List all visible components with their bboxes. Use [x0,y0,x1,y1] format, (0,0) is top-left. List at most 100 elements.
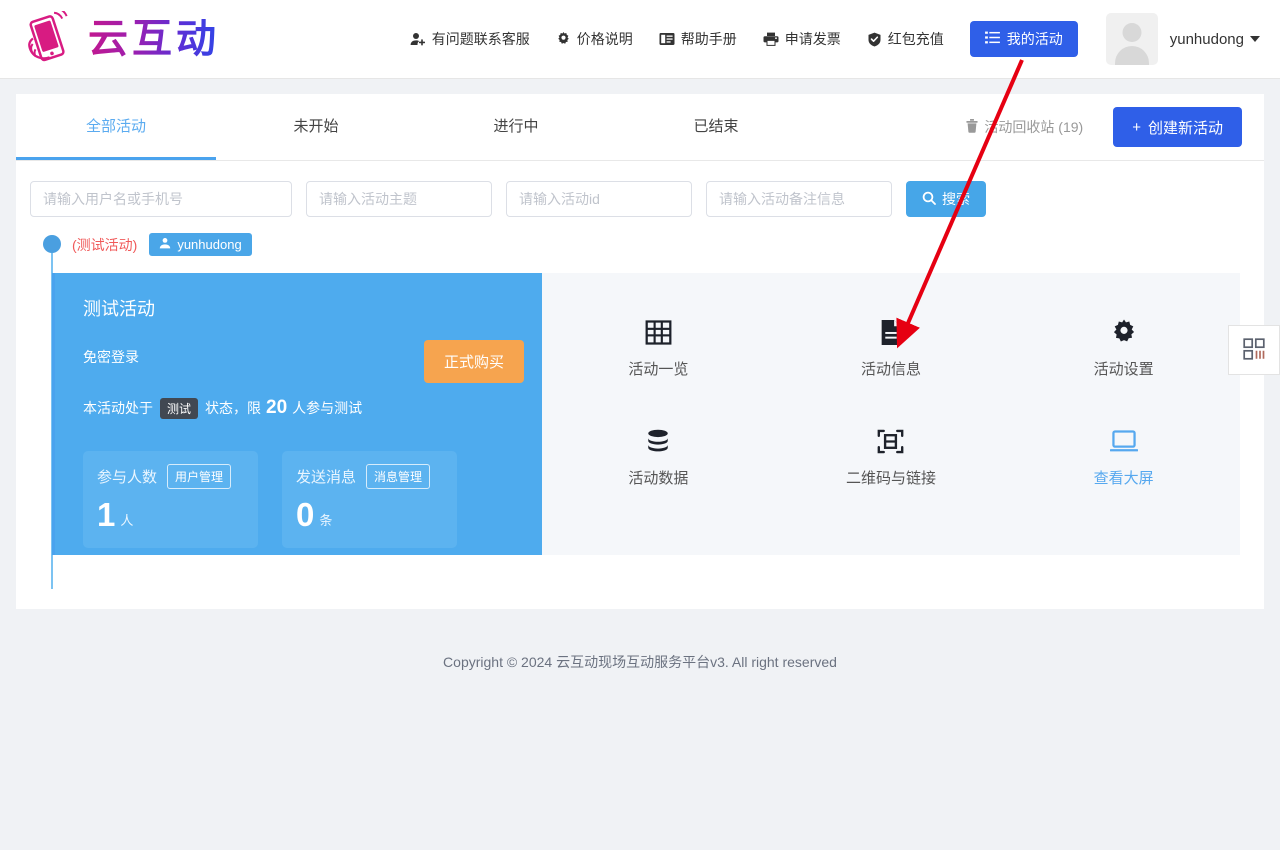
nav-label: 红包充值 [887,31,944,47]
stat-messages: 发送消息 消息管理 0 条 [282,451,457,548]
side-qrcode-tab[interactable] [1228,325,1280,375]
brand-logo[interactable]: 云互动 [22,7,220,67]
activity-tabs: 全部活动 未开始 进行中 已结束 活动回收站 (19) + 创建新活动 [16,94,1264,161]
recycle-bin-link[interactable]: 活动回收站 (19) [966,117,1083,137]
placeholder-text: 请输入活动id [519,191,600,207]
trash-icon [966,118,979,136]
stat-unit: 人 [120,513,134,528]
tab-all-activities[interactable]: 全部活动 [16,95,216,160]
activity-title: 测试活动 [83,299,155,319]
placeholder-text: 请输入活动备注信息 [719,191,845,207]
notice-middle: 状态，限 [205,400,262,416]
user-plus-icon [410,31,426,47]
create-activity-button[interactable]: + 创建新活动 [1113,107,1242,147]
tab-ended[interactable]: 已结束 [616,95,816,160]
search-bar: 请输入用户名或手机号 请输入活动主题 请输入活动id 请输入活动备注信息 搜索 [16,161,1264,217]
tab-label: 进行中 [493,117,539,135]
tool-activity-data[interactable]: 活动数据 [542,420,775,529]
grid-icon [645,311,672,353]
owner-badge[interactable]: yunhudong [149,233,252,256]
stat-unit: 条 [319,513,333,528]
owner-name: yunhudong [177,237,242,252]
notice-suffix: 人参与测试 [292,400,363,416]
tool-label: 活动设置 [1093,361,1154,378]
stat-label: 发送消息 [296,469,357,486]
printer-icon [763,32,779,46]
tool-activity-settings[interactable]: 活动设置 [1007,311,1240,420]
nav-label: 价格说明 [576,31,633,47]
tool-label: 二维码与链接 [845,470,936,487]
recycle-bin-label: 活动回收站 (19) [984,119,1084,135]
nav-item-redpacket-recharge[interactable]: 红包充值 [867,29,944,49]
stat-label: 参与人数 [97,469,158,486]
notice-prefix: 本活动处于 [83,400,153,416]
nav-label: 申请发票 [784,31,841,47]
status-dot [43,235,61,253]
tool-activity-info[interactable]: 活动信息 [775,311,1008,420]
qrcode-scan-icon [877,420,904,462]
activity-card: 测试活动 免密登录 本活动处于 测试 状态，限 20 人参与测试 正式购买 参与… [52,273,1240,555]
my-activity-label: 我的活动 [1006,31,1063,47]
monitor-icon [1109,420,1138,462]
nav-item-help-manual[interactable]: 帮助手册 [659,29,737,49]
stat-value: 0 [296,496,315,533]
gear-icon [1111,311,1137,353]
tool-activity-overview[interactable]: 活动一览 [542,311,775,420]
stat-participants: 参与人数 用户管理 1 人 [83,451,258,548]
nav-item-pricing[interactable]: 价格说明 [556,29,633,49]
plus-icon: + [1132,118,1141,136]
app-header: 云互动 有问题联系客服 价格说明 帮助手册 申请发票 红包充值 我的活动 yun… [0,0,1280,79]
activity-header: (测试活动) yunhudong [72,233,252,256]
main-panel: 全部活动 未开始 进行中 已结束 活动回收站 (19) + 创建新活动 请输入用… [16,94,1264,609]
tab-not-started[interactable]: 未开始 [216,95,416,160]
search-input-topic[interactable]: 请输入活动主题 [306,181,492,217]
purchase-label: 正式购买 [443,354,504,371]
database-icon [645,420,671,462]
activity-summary-card: 测试活动 免密登录 本活动处于 测试 状态，限 20 人参与测试 正式购买 参与… [55,273,542,555]
search-input-activity-id[interactable]: 请输入活动id [506,181,692,217]
nav-label: 帮助手册 [680,31,737,47]
list-icon [984,31,1000,47]
create-activity-label: 创建新活动 [1147,119,1223,137]
search-button[interactable]: 搜索 [906,181,986,217]
search-icon [922,191,936,208]
test-activity-label: (测试活动) [72,236,138,253]
activity-stats: 参与人数 用户管理 1 人 发送消息 消息管理 0 条 [83,451,518,548]
tool-label: 活动信息 [860,361,921,378]
tab-label: 未开始 [293,117,339,135]
activity-notice: 本活动处于 测试 状态，限 20 人参与测试 [83,397,518,419]
avatar [1105,13,1158,65]
message-management-button[interactable]: 消息管理 [366,464,431,489]
tool-view-bigscreen[interactable]: 查看大屏 [1007,420,1240,529]
tab-label: 全部活动 [85,117,146,135]
search-button-label: 搜索 [942,191,970,207]
shield-check-icon [867,32,882,47]
placeholder-text: 请输入活动主题 [319,191,417,207]
footer-copyright: Copyright © 2024 云互动现场互动服务平台v3. All righ… [443,654,837,670]
hand-phone-icon [22,7,80,67]
book-icon [659,32,675,46]
purchase-button[interactable]: 正式购买 [423,340,524,383]
user-management-button[interactable]: 用户管理 [167,464,232,489]
nav-label: 有问题联系客服 [431,31,530,47]
search-input-username[interactable]: 请输入用户名或手机号 [30,181,292,217]
my-activity-button[interactable]: 我的活动 [969,21,1078,57]
gear-icon [556,31,571,47]
tool-label: 活动数据 [628,470,689,487]
search-input-remark[interactable]: 请输入活动备注信息 [706,181,892,217]
tab-in-progress[interactable]: 进行中 [416,95,616,160]
nav-item-contact-support[interactable]: 有问题联系客服 [410,29,530,49]
tool-label: 查看大屏 [1093,470,1154,487]
user-menu[interactable]: yunhudong [1105,13,1260,65]
status-badge: 测试 [160,397,199,419]
app-page: 云互动 有问题联系客服 价格说明 帮助手册 申请发票 红包充值 我的活动 yun… [0,0,1280,850]
notice-limit-number: 20 [266,397,288,418]
user-icon [159,237,171,252]
tool-qrcode-link[interactable]: 二维码与链接 [775,420,1008,529]
placeholder-text: 请输入用户名或手机号 [43,191,183,207]
chevron-down-icon [1250,36,1260,42]
tab-label: 已结束 [693,117,739,135]
nav-item-invoice[interactable]: 申请发票 [763,29,841,49]
qrcode-icon [1242,337,1266,364]
brand-name: 云互动 [88,16,220,62]
